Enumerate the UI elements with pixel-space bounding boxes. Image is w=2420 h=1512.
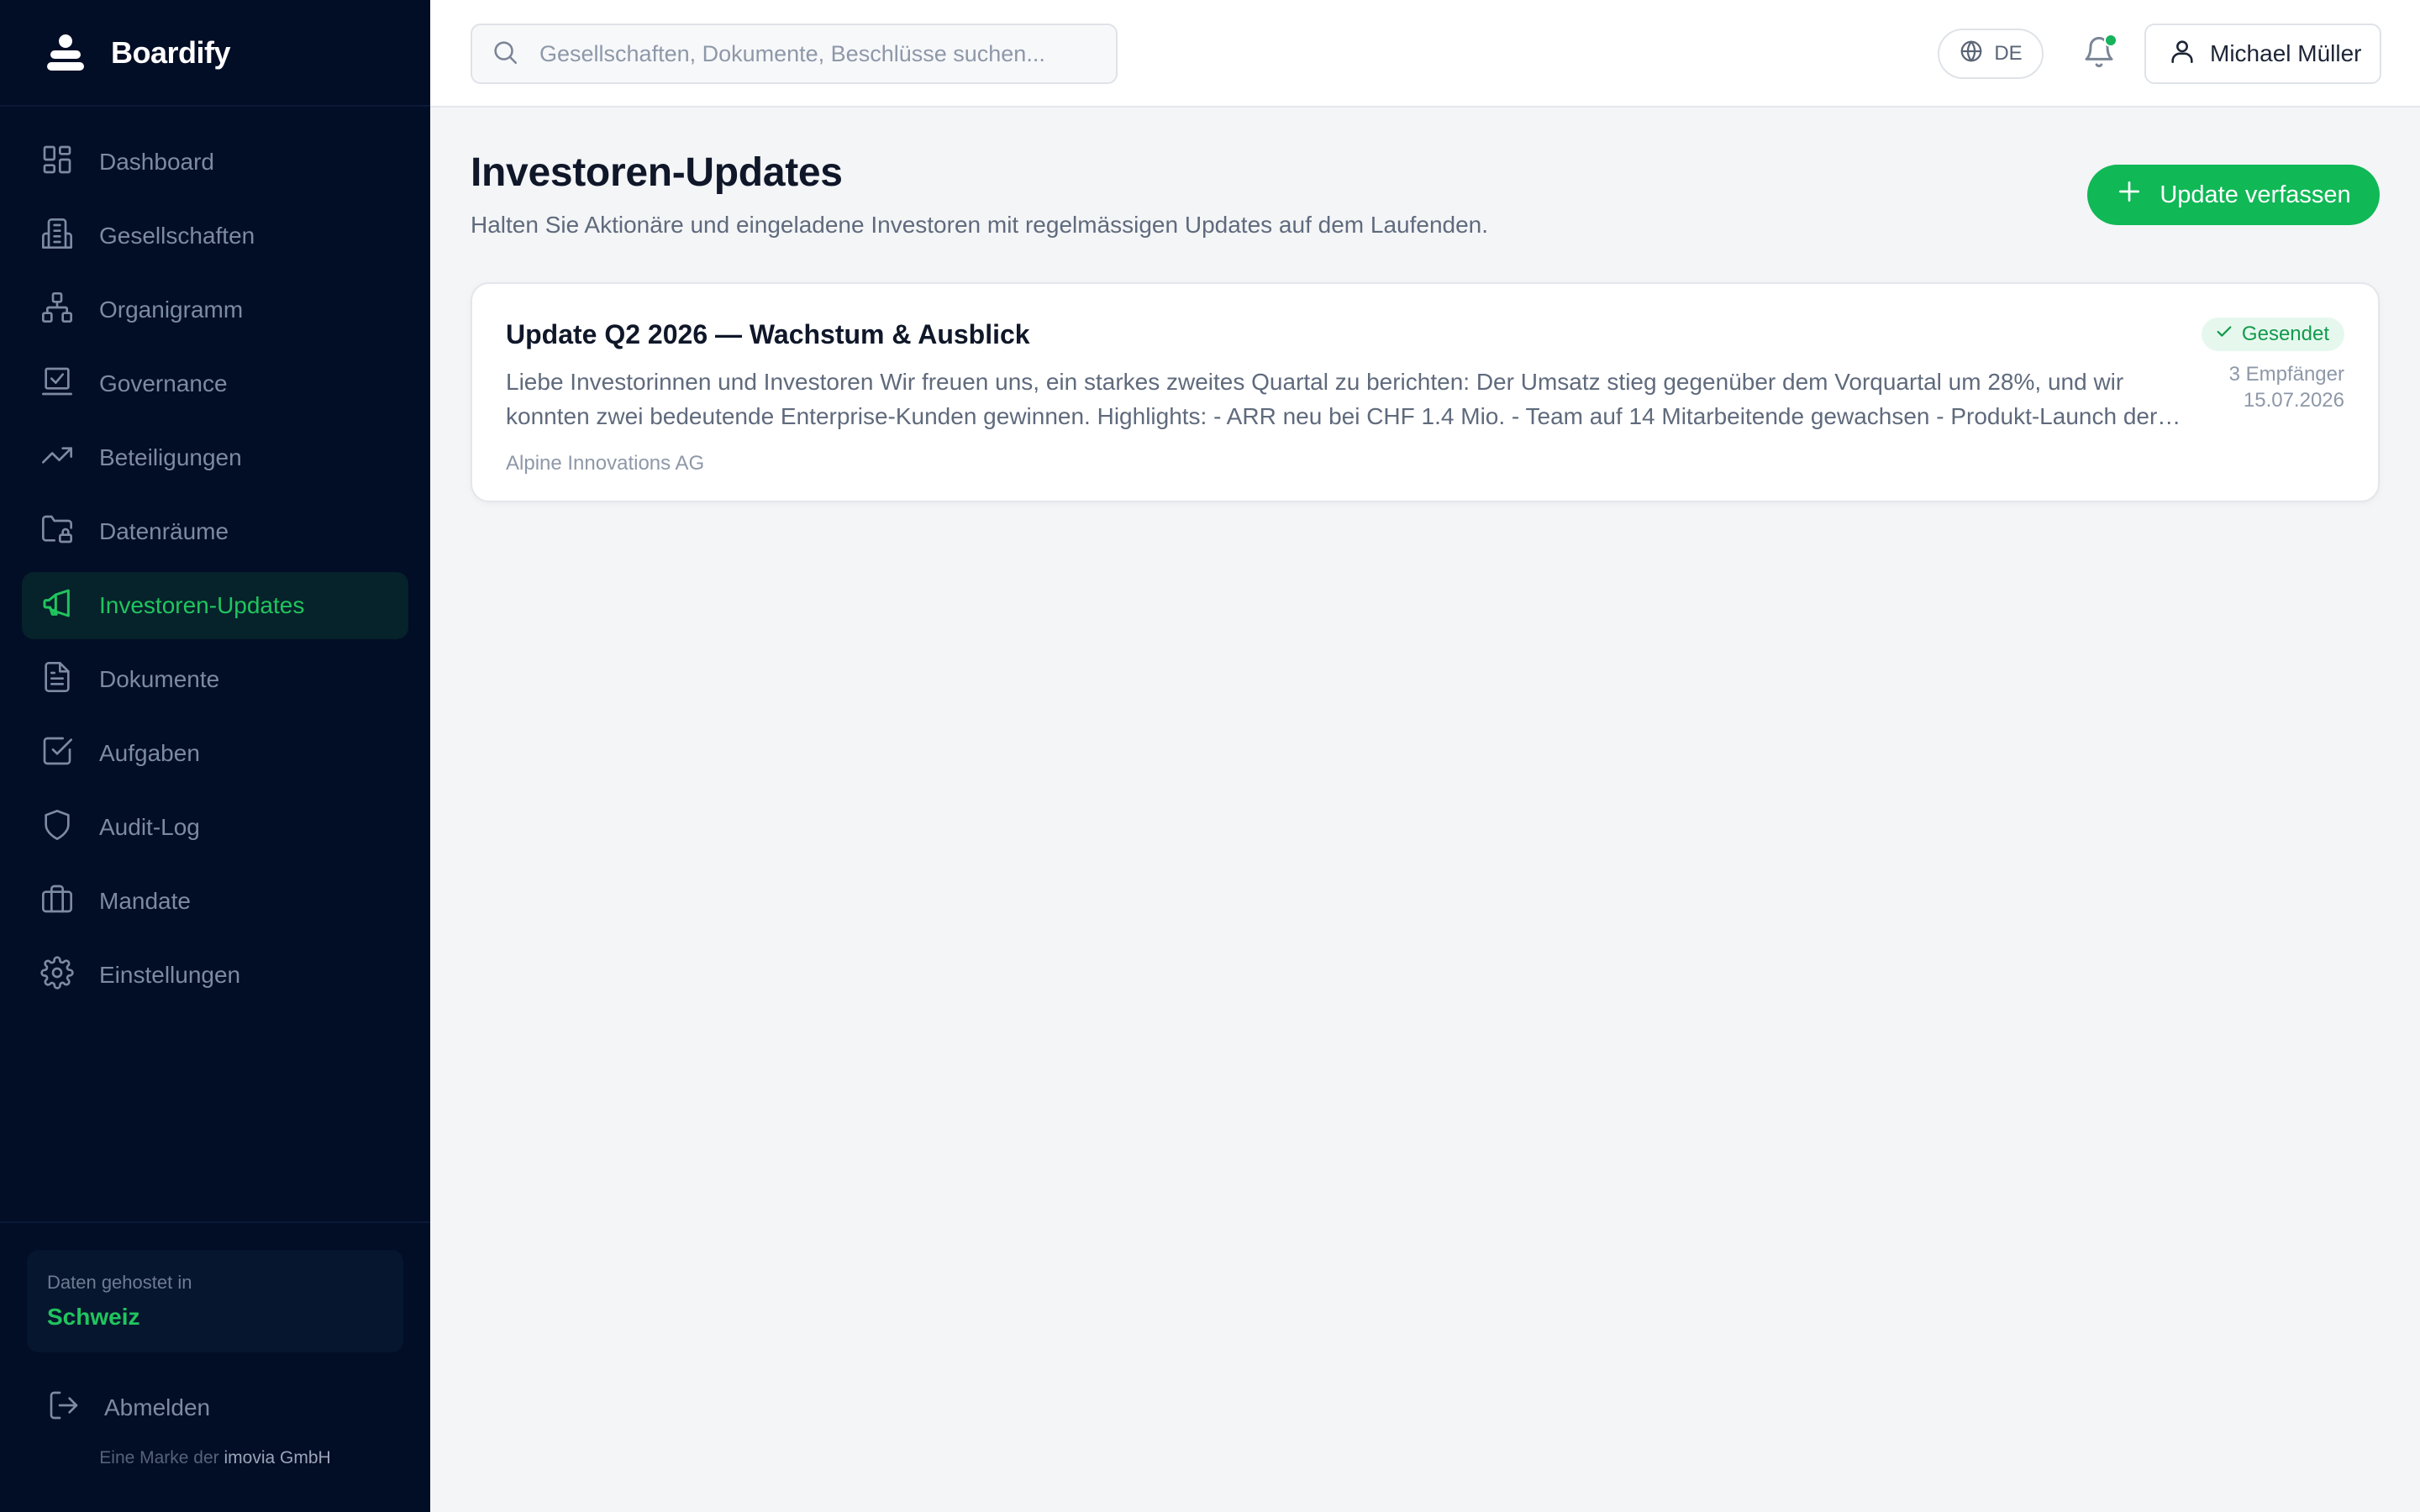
- briefcase-icon: [40, 882, 74, 921]
- topbar: DE Michael Müller: [430, 0, 2420, 108]
- trending-up-icon: [40, 438, 74, 478]
- building-icon: [40, 217, 74, 256]
- compose-update-label: Update verfassen: [2160, 181, 2351, 208]
- sidebar-item-organigramm[interactable]: Organigramm: [22, 276, 408, 344]
- shield-icon: [40, 808, 74, 848]
- search-input[interactable]: [539, 40, 1111, 67]
- update-card[interactable]: Update Q2 2026 — Wachstum & Ausblick Lie…: [471, 282, 2380, 502]
- sidebar-item-datenraeume[interactable]: Datenräume: [22, 498, 408, 565]
- sidebar-item-label: Governance: [99, 370, 228, 396]
- globe-icon: [1959, 39, 1994, 70]
- update-excerpt: Liebe Investorinnen und Investoren Wir f…: [506, 369, 2158, 429]
- user-menu-button[interactable]: Michael Müller: [2144, 24, 2381, 84]
- hosting-value: Schweiz: [47, 1304, 140, 1330]
- sidebar: Boardify Dashboard Gesellschaften Organi…: [0, 0, 430, 1512]
- user-icon: [2168, 37, 2196, 71]
- logout-button[interactable]: Abmelden: [27, 1388, 403, 1428]
- footer-prefix: Eine Marke der: [99, 1448, 219, 1467]
- status-label: Gesendet: [2241, 323, 2329, 345]
- sidebar-item-investoren-updates[interactable]: Investoren-Updates: [22, 572, 408, 639]
- governance-icon: [40, 365, 74, 404]
- user-name: Michael Müller: [2210, 40, 2362, 66]
- sidebar-item-gesellschaften[interactable]: Gesellschaften: [22, 202, 408, 270]
- sidebar-item-dashboard[interactable]: Dashboard: [22, 129, 408, 196]
- megaphone-icon: [40, 586, 74, 626]
- sidebar-item-label: Dokumente: [99, 666, 220, 692]
- plus-icon: [2116, 178, 2160, 212]
- notification-dot: [2104, 34, 2118, 47]
- sidebar-item-label: Investoren-Updates: [99, 592, 305, 618]
- sidebar-item-audit-log[interactable]: Audit-Log: [22, 794, 408, 861]
- language-label: DE: [1994, 42, 2023, 65]
- sidebar-item-label: Datenräume: [99, 518, 229, 544]
- hosting-info: Daten gehostet in Schweiz: [27, 1250, 403, 1352]
- brand-name: Boardify: [111, 34, 231, 70]
- sidebar-item-label: Mandate: [99, 888, 191, 914]
- hosting-label: Daten gehostet in: [47, 1272, 192, 1293]
- sidebar-item-einstellungen[interactable]: Einstellungen: [22, 942, 408, 1009]
- sidebar-item-label: Audit-Log: [99, 814, 200, 840]
- org-chart-icon: [40, 291, 74, 330]
- sidebar-item-label: Gesellschaften: [99, 223, 255, 249]
- check-icon: [2215, 323, 2242, 347]
- logout-icon: [47, 1389, 81, 1428]
- dashboard-icon: [40, 143, 74, 182]
- update-company: Alpine Innovations AG: [506, 452, 705, 475]
- boardify-logo-icon: [44, 34, 87, 72]
- sidebar-item-aufgaben[interactable]: Aufgaben: [22, 720, 408, 787]
- search-icon: [491, 38, 519, 71]
- compose-update-button[interactable]: Update verfassen: [2087, 165, 2380, 225]
- sidebar-item-governance[interactable]: Governance: [22, 350, 408, 417]
- update-recipients: 3 Empfänger: [2228, 363, 2344, 386]
- sidebar-nav: Dashboard Gesellschaften Organigramm Gov…: [0, 107, 430, 1016]
- footer-company-link[interactable]: imovia GmbH: [224, 1448, 331, 1467]
- update-title: Update Q2 2026 — Wachstum & Ausblick: [506, 319, 1030, 349]
- status-badge: Gesendet: [2201, 318, 2344, 351]
- folder-lock-icon: [40, 512, 74, 552]
- logout-label: Abmelden: [104, 1394, 211, 1420]
- sidebar-item-label: Dashboard: [99, 149, 214, 175]
- sidebar-footer: Daten gehostet in Schweiz Abmelden Eine …: [0, 1221, 430, 1512]
- checkbox-icon: [40, 734, 74, 774]
- update-meta: 3 Empfänger 15.07.2026: [2229, 361, 2344, 413]
- page-title: Investoren-Updates: [471, 150, 843, 195]
- gear-icon: [40, 955, 74, 995]
- document-icon: [40, 660, 74, 700]
- sidebar-item-label: Beteiligungen: [99, 444, 242, 470]
- sidebar-item-dokumente[interactable]: Dokumente: [22, 646, 408, 713]
- sidebar-item-label: Aufgaben: [99, 740, 200, 766]
- brand-footer: Eine Marke der imovia GmbH: [27, 1448, 403, 1468]
- brand[interactable]: Boardify: [0, 0, 430, 107]
- update-date: 15.07.2026: [2243, 389, 2344, 412]
- sidebar-item-beteiligungen[interactable]: Beteiligungen: [22, 424, 408, 491]
- language-switcher[interactable]: DE: [1938, 29, 2044, 79]
- sidebar-item-label: Organigramm: [99, 297, 244, 323]
- sidebar-item-mandate[interactable]: Mandate: [22, 868, 408, 935]
- page-subtitle: Halten Sie Aktionäre und eingeladene Inv…: [471, 212, 1489, 238]
- search-box[interactable]: [471, 24, 1118, 84]
- sidebar-item-label: Einstellungen: [99, 962, 241, 988]
- notifications-button[interactable]: [2077, 32, 2121, 76]
